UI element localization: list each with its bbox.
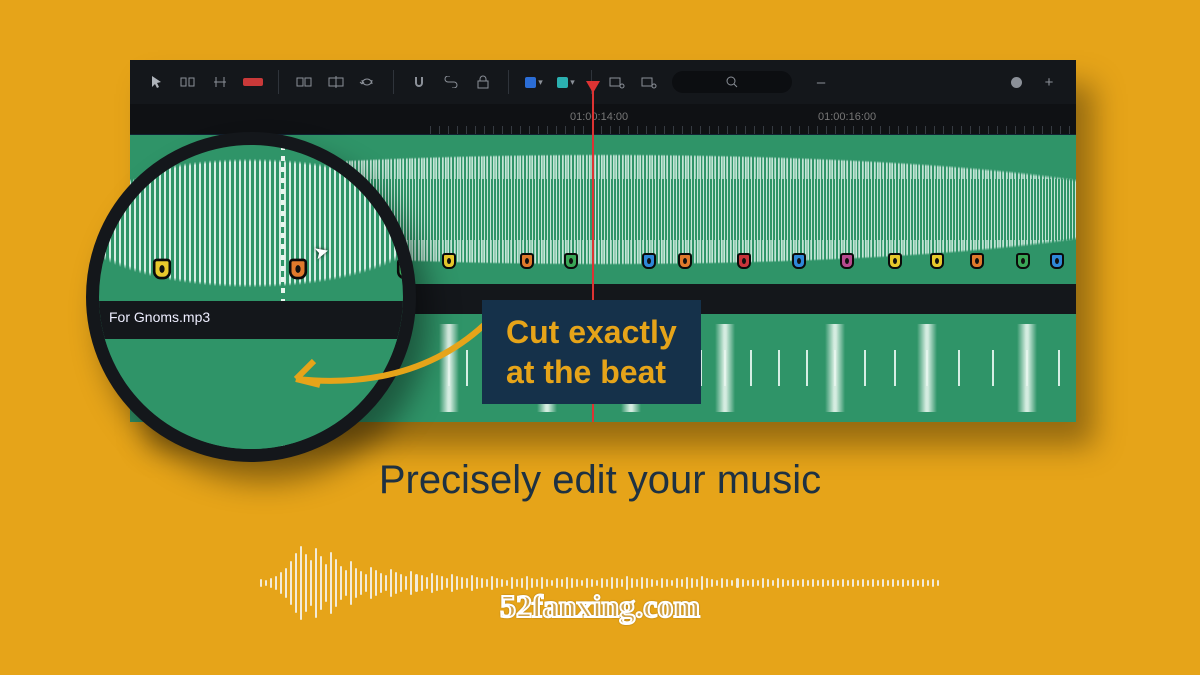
beat-marker	[778, 350, 780, 386]
beat-marker	[926, 350, 928, 386]
timeline-marker[interactable]	[1016, 253, 1030, 269]
timeline-marker[interactable]	[840, 253, 854, 269]
callout-box: Cut exactly at the beat	[482, 300, 701, 404]
beat-marker	[724, 350, 726, 386]
magnifier-lens: ➤ For Gnoms.mp3	[86, 132, 416, 462]
snap-icon[interactable]	[406, 69, 432, 95]
timeline-marker[interactable]	[970, 253, 984, 269]
flag-blue-icon[interactable]: ▾	[521, 69, 547, 95]
timeline-marker[interactable]	[888, 253, 902, 269]
timeline-marker	[153, 259, 171, 280]
flag-teal-icon[interactable]: ▾	[553, 69, 579, 95]
timeline-marker[interactable]	[792, 253, 806, 269]
beat-marker	[1058, 350, 1060, 386]
lock-icon[interactable]	[470, 69, 496, 95]
beat-marker	[806, 350, 808, 386]
beat-marker	[1026, 350, 1028, 386]
timeline-search[interactable]	[672, 71, 792, 93]
trim-in-icon[interactable]	[176, 69, 202, 95]
beat-marker	[894, 350, 896, 386]
beat-marker	[448, 350, 450, 386]
magnifier-markers	[99, 261, 403, 285]
timeline-marker	[397, 259, 415, 280]
timeline-marker[interactable]	[564, 253, 578, 269]
zoom-minus-icon[interactable]: –	[808, 69, 834, 95]
timeline-ruler[interactable]: 01:00:14:00 01:00:16:00	[130, 104, 1076, 134]
beat-marker	[834, 350, 836, 386]
ruler-tick: 01:00:16:00	[818, 111, 876, 123]
record-indicator-icon	[1011, 77, 1022, 88]
timeline-toolbar: ▾ ▾ – +	[130, 60, 1076, 104]
timeline-marker[interactable]	[737, 253, 751, 269]
timeline-marker[interactable]	[520, 253, 534, 269]
link-icon[interactable]	[438, 69, 464, 95]
beat-marker	[992, 350, 994, 386]
toolbar-separator	[393, 70, 394, 94]
callout-line: Cut exactly	[506, 312, 677, 352]
replace-clip-icon[interactable]	[355, 69, 381, 95]
watermark-text: 52fanxing.com	[0, 588, 1200, 625]
timeline-marker[interactable]	[678, 253, 692, 269]
timeline-marker[interactable]	[1050, 253, 1064, 269]
ruler-tick: 01:00:14:00	[570, 111, 628, 123]
insert-clip-icon[interactable]	[291, 69, 317, 95]
toolbar-separator	[278, 70, 279, 94]
search-icon	[726, 76, 738, 88]
magnifier-beat-track	[99, 339, 403, 449]
caption-text: Precisely edit your music	[0, 458, 1200, 503]
add-track-icon[interactable]: +	[1036, 69, 1062, 95]
timeline-marker[interactable]	[930, 253, 944, 269]
toolbar-separator	[508, 70, 509, 94]
timeline-marker	[289, 259, 307, 280]
beat-marker	[958, 350, 960, 386]
trim-out-icon[interactable]	[208, 69, 234, 95]
magnifier-filename: For Gnoms.mp3	[109, 309, 210, 325]
timeline-marker[interactable]	[642, 253, 656, 269]
timeline-marker[interactable]	[442, 253, 456, 269]
beat-marker	[864, 350, 866, 386]
zoom-in-range-icon[interactable]	[636, 69, 662, 95]
blade-tool-icon[interactable]	[240, 69, 266, 95]
overwrite-clip-icon[interactable]	[323, 69, 349, 95]
beat-marker	[750, 350, 752, 386]
zoom-out-range-icon[interactable]	[604, 69, 630, 95]
callout-line: at the beat	[506, 352, 677, 392]
beat-marker	[466, 350, 468, 386]
pointer-tool-icon[interactable]	[144, 69, 170, 95]
